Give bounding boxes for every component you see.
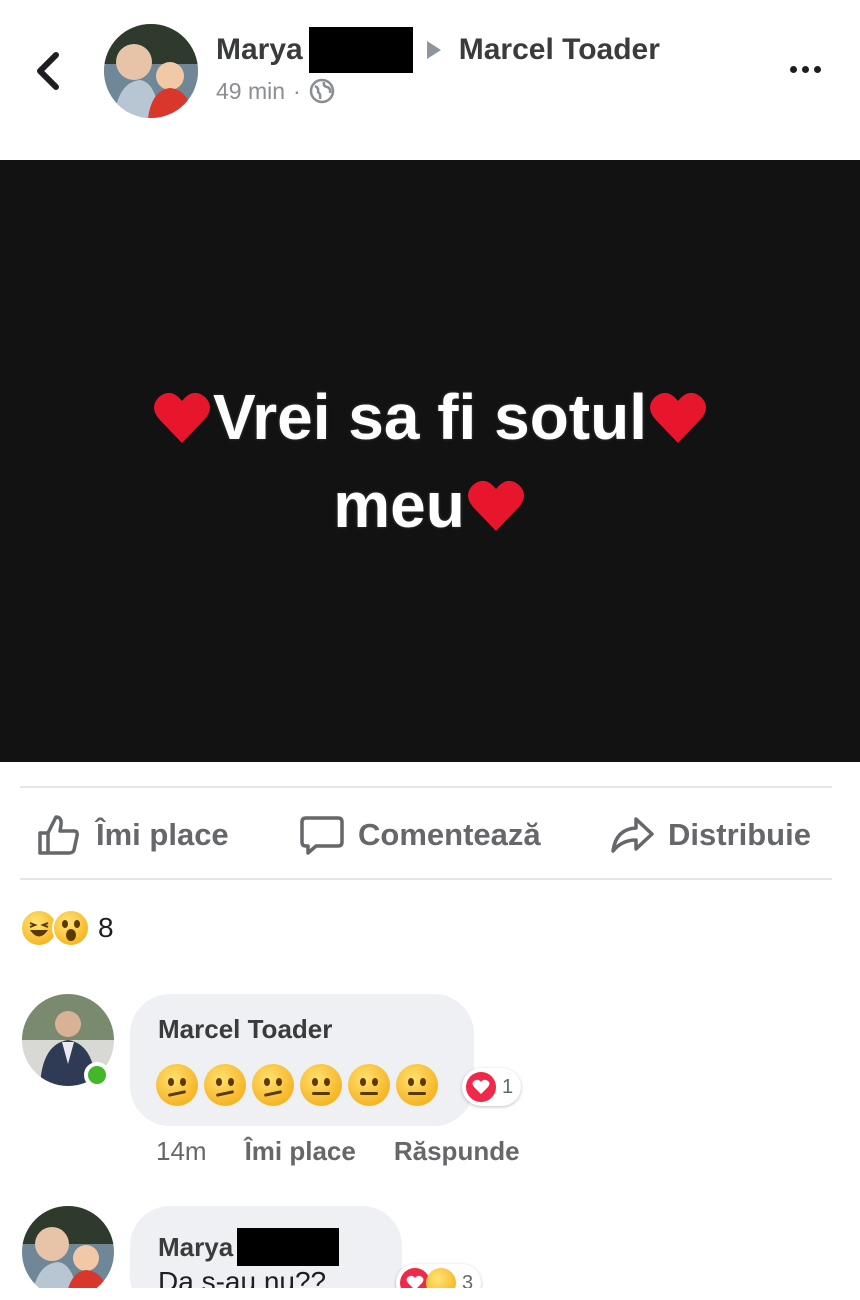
like-label: Îmi place	[96, 817, 229, 852]
share-label: Distribuie	[668, 817, 811, 852]
online-status-dot	[84, 1062, 110, 1088]
comment-button[interactable]: Comentează	[300, 810, 541, 860]
thinking-face-icon	[156, 1064, 198, 1106]
dot-icon	[789, 65, 797, 73]
reaction-summary[interactable]: 8	[20, 906, 114, 950]
share-arrow-icon	[611, 817, 654, 853]
reaction-count: 8	[98, 912, 114, 943]
triangle-right-icon	[426, 41, 441, 59]
heart-icon	[649, 392, 706, 443]
comment-meta: 14m Îmi place Răspunde	[156, 1136, 558, 1167]
comment-emojis	[156, 1064, 438, 1106]
back-button[interactable]	[28, 48, 68, 94]
love-reaction-icon	[466, 1072, 496, 1102]
comment-reply-button[interactable]: Răspunde	[394, 1136, 520, 1167]
action-bar: Îmi place Comentează Distribuie	[0, 790, 860, 878]
post-header: Marya Marcel Toader 49 min ·	[0, 0, 860, 160]
thumbs-up-icon	[38, 815, 79, 855]
comment-author[interactable]: Marcel Toader	[158, 1014, 332, 1045]
thinking-face-icon	[252, 1064, 294, 1106]
post-time[interactable]: 49 min	[216, 78, 285, 105]
post-text: Vrei sa fi sotul meu	[110, 373, 750, 549]
like-button[interactable]: Îmi place	[36, 810, 229, 860]
dot-icon	[813, 65, 821, 73]
post-meta: 49 min ·	[216, 76, 335, 106]
heart-icon	[154, 392, 211, 443]
author-line: Marya Marcel Toader	[216, 27, 660, 73]
post-text-line1: Vrei sa fi sotul	[213, 381, 647, 453]
comment-author-line: Marya	[158, 1228, 340, 1266]
dot-icon	[801, 65, 809, 73]
author-name[interactable]: Marya	[216, 33, 303, 67]
divider	[20, 786, 832, 788]
redaction-box	[237, 1228, 340, 1266]
raised-eyebrow-face-icon	[396, 1064, 438, 1106]
speech-bubble-icon	[300, 816, 344, 855]
chevron-left-icon	[37, 52, 59, 90]
raised-eyebrow-face-icon	[300, 1064, 342, 1106]
commenter-avatar[interactable]	[22, 1206, 114, 1298]
separator-dot: ·	[293, 77, 301, 104]
globe-icon	[309, 78, 334, 104]
comment-time: 14m	[156, 1136, 207, 1166]
author-avatar[interactable]	[104, 24, 198, 118]
target-name[interactable]: Marcel Toader	[459, 33, 660, 67]
heart-icon	[467, 480, 524, 531]
bottom-edge	[0, 1288, 860, 1300]
comment-reaction-count: 1	[502, 1075, 514, 1098]
comment-reactions[interactable]: 1	[462, 1068, 522, 1106]
comment-label: Comentează	[358, 817, 541, 852]
divider	[20, 878, 832, 880]
raised-eyebrow-face-icon	[348, 1064, 390, 1106]
comment-author[interactable]: Marya	[158, 1232, 233, 1263]
share-button[interactable]: Distribuie	[610, 810, 811, 860]
more-options-button[interactable]	[780, 54, 830, 84]
post-image[interactable]: Vrei sa fi sotul meu	[0, 160, 860, 762]
post-text-line2: meu	[333, 469, 465, 541]
thinking-face-icon	[204, 1064, 246, 1106]
comment-like-button[interactable]: Îmi place	[245, 1136, 356, 1167]
redaction-box	[308, 27, 413, 73]
wow-reaction-icon	[52, 909, 90, 947]
